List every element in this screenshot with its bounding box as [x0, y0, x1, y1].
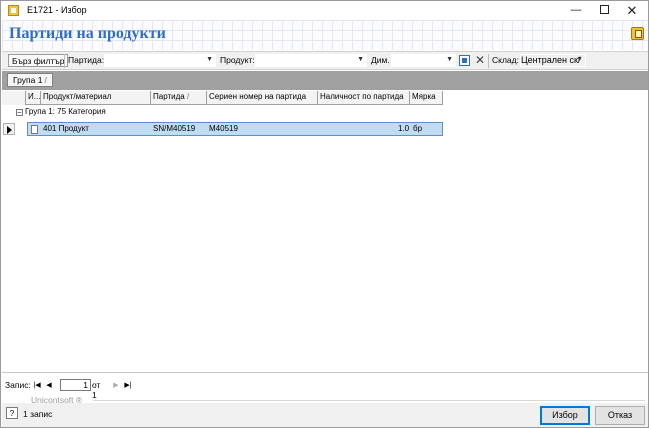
group-row-label: Група 1: 75 Категория	[25, 107, 106, 116]
column-header-batch[interactable]: Партида /	[151, 91, 207, 105]
warehouse-label: Склад:	[492, 55, 519, 65]
maximize-icon	[599, 4, 609, 14]
navigator-label: Запис:	[5, 380, 31, 390]
group-panel: Група 1/	[2, 71, 648, 90]
product-combo[interactable]: ▼	[255, 54, 367, 67]
divider	[93, 400, 645, 401]
select-button[interactable]: Избор	[540, 406, 590, 425]
separator	[64, 54, 65, 68]
batch-label: Партида:	[68, 55, 105, 65]
record-count: 1 запис	[23, 409, 53, 419]
minimize-button[interactable]: —	[562, 1, 590, 20]
record-number-input[interactable]: 1	[60, 379, 91, 391]
cell-batch: SN/M40519	[153, 124, 196, 133]
collapse-icon[interactable]: –	[16, 109, 23, 116]
cancel-button[interactable]: Отказ	[595, 406, 645, 425]
row-indicator-header	[2, 91, 26, 105]
chevron-down-icon: ▼	[446, 56, 453, 63]
column-header-unit[interactable]: Мярка	[410, 91, 443, 105]
chevron-down-icon: ▼	[576, 56, 583, 63]
title-bar: E1721 - Избор — ✕	[1, 1, 648, 20]
cell-product: 401 Продукт	[43, 124, 89, 133]
quick-filter-button[interactable]: Бърз филтър	[8, 54, 69, 67]
clear-filter-icon[interactable]: ✕	[475, 53, 485, 67]
last-record-icon[interactable]: ▶|	[123, 380, 133, 391]
grid-header: И... Продукт/материал Партида / Сериен н…	[2, 91, 443, 105]
page-title: Партиди на продукти	[9, 25, 166, 42]
column-header-quantity[interactable]: Наличност по партида	[318, 91, 410, 105]
prev-record-icon[interactable]: ◀	[44, 380, 54, 391]
help-question-icon[interactable]: ?	[6, 407, 18, 419]
cell-quantity: 1.0	[398, 124, 410, 133]
status-bar: ? 1 запис Избор Отказ	[2, 403, 648, 427]
column-header-serial[interactable]: Сериен номер на партида	[207, 91, 318, 105]
dim-combo[interactable]: ▼	[391, 54, 456, 67]
product-label: Продукт:	[220, 55, 255, 65]
dim-label: Дим.	[371, 55, 390, 65]
close-button[interactable]: ✕	[618, 1, 646, 20]
page-header: Партиди на продукти	[2, 20, 648, 50]
maximize-button[interactable]	[590, 1, 618, 20]
window-title: E1721 - Избор	[27, 5, 87, 15]
separator	[488, 54, 489, 68]
cell-serial: M40519	[209, 124, 238, 133]
filter-bar: Бърз филтър Партида: ▼ Продукт: ▼ Дим. ▼…	[2, 51, 648, 70]
first-record-icon[interactable]: |◀	[32, 380, 42, 391]
column-header-icon[interactable]: И...	[26, 91, 41, 105]
warehouse-combo[interactable]: Централен ск/ ▼	[520, 54, 586, 67]
column-header-product[interactable]: Продукт/материал	[41, 91, 151, 105]
column-header-batch-label: Партида	[153, 92, 185, 101]
group-chip-label: Група 1	[13, 75, 43, 85]
record-total: от 1	[92, 380, 101, 400]
chevron-down-icon: ▼	[206, 56, 213, 63]
app-icon	[8, 5, 19, 16]
data-grid: И... Продукт/материал Партида / Сериен н…	[2, 90, 648, 373]
document-icon	[31, 125, 38, 134]
chevron-down-icon: ▼	[357, 56, 364, 63]
export-icon[interactable]	[459, 55, 470, 66]
group-row[interactable]: – Група 1: 75 Категория	[2, 106, 443, 120]
sort-indicator: /	[44, 75, 47, 85]
batch-combo[interactable]: ▼	[104, 54, 216, 67]
sort-indicator: /	[186, 92, 190, 101]
cell-unit: бр	[413, 124, 423, 133]
dialog-window: E1721 - Избор — ✕ Партиди на продукти Бъ…	[0, 0, 649, 428]
group-chip[interactable]: Група 1/	[7, 73, 53, 87]
warehouse-value: Централен ск/	[521, 55, 581, 65]
current-row-indicator	[3, 123, 15, 135]
help-icon[interactable]	[631, 27, 644, 40]
next-record-icon[interactable]: ▶	[111, 380, 121, 391]
table-row[interactable]: 401 Продукт SN/M40519 M40519 1.0 бр	[27, 122, 443, 136]
